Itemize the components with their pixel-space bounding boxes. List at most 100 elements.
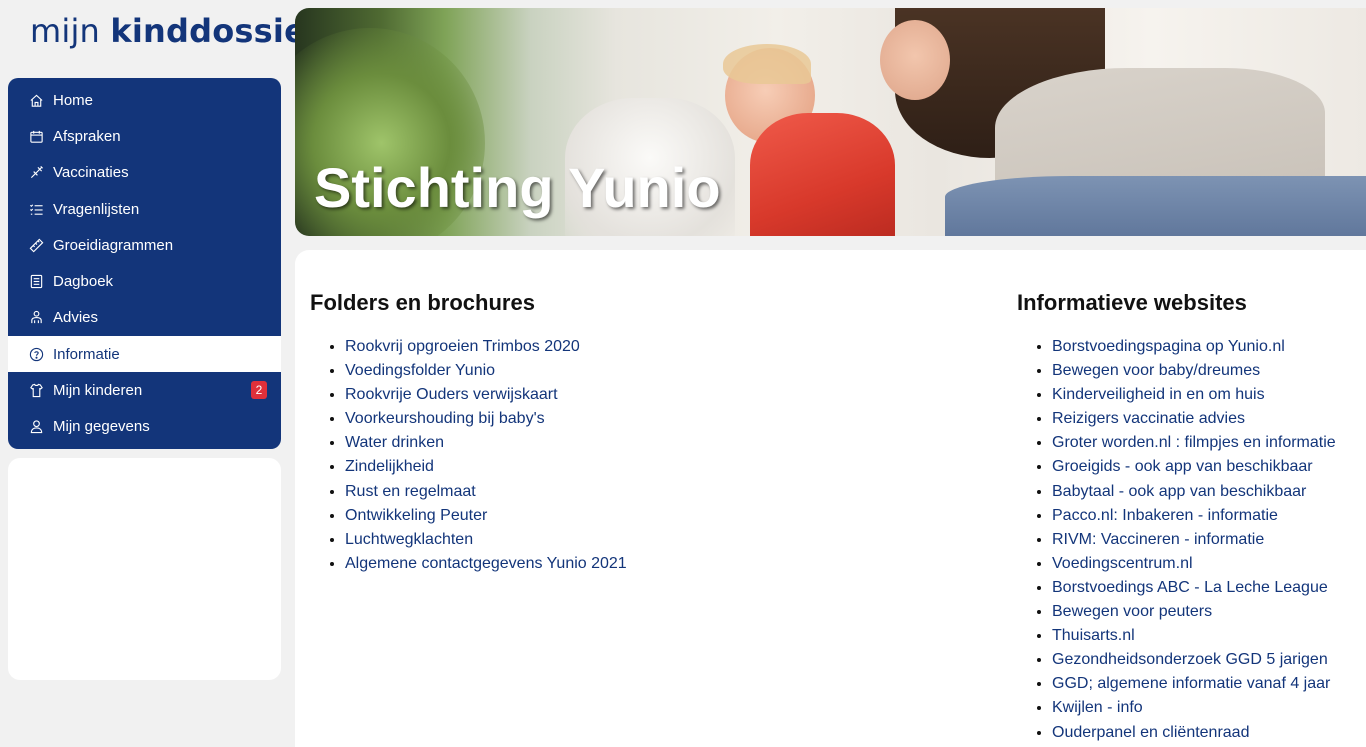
sidebar-item-mijn-gegevens[interactable]: Mijn gegevens (8, 409, 281, 445)
sidebar-item-vaccinaties[interactable]: Vaccinaties (8, 155, 281, 191)
list-item: Rookvrij opgroeien Trimbos 2020 (345, 335, 627, 359)
folders-heading: Folders en brochures (310, 290, 535, 315)
home-icon (28, 92, 44, 108)
list-item: Ontwikkeling Peuter (345, 504, 627, 528)
website-link[interactable]: GGD; algemene informatie vanaf 4 jaar (1052, 675, 1330, 692)
list-item: Voedingscentrum.nl (1052, 552, 1336, 576)
notification-badge: 2 (251, 381, 267, 400)
folder-link[interactable]: Rust en regelmaat (345, 483, 476, 500)
list-item: Kinderveiligheid in en om huis (1052, 383, 1336, 407)
websites-heading: Informatieve websites (1017, 290, 1247, 315)
website-link[interactable]: Bewegen voor baby/dreumes (1052, 362, 1260, 379)
sidebar-item-dagboek[interactable]: Dagboek (8, 263, 281, 299)
hero-photo-child-hair (723, 44, 811, 84)
list-item: Bewegen voor baby/dreumes (1052, 359, 1336, 383)
list-item: Algemene contactgegevens Yunio 2021 (345, 552, 627, 576)
folders-section: Folders en brochures Rookvrij opgroeien … (310, 290, 627, 576)
website-link[interactable]: Babytaal - ook app van beschikbaar (1052, 483, 1306, 500)
sidebar-item-label: Dagboek (53, 273, 114, 291)
syringe-icon (28, 165, 44, 181)
sidebar-item-label: Mijn gegevens (53, 418, 150, 436)
website-link[interactable]: RIVM: Vaccineren - informatie (1052, 531, 1264, 548)
folder-link[interactable]: Ontwikkeling Peuter (345, 507, 487, 524)
website-link[interactable]: Kwijlen - info (1052, 699, 1143, 716)
list-item: Reizigers vaccinatie advies (1052, 407, 1336, 431)
list-item: GGD; algemene informatie vanaf 4 jaar (1052, 672, 1336, 696)
folder-link[interactable]: Luchtwegklachten (345, 531, 473, 548)
websites-section: Informatieve websites Borstvoedingspagin… (1017, 290, 1336, 745)
website-link[interactable]: Kinderveiligheid in en om huis (1052, 386, 1265, 403)
list-item: Voedingsfolder Yunio (345, 359, 627, 383)
list-item: Thuisarts.nl (1052, 624, 1336, 648)
folder-link[interactable]: Zindelijkheid (345, 458, 434, 475)
website-link[interactable]: Voedingscentrum.nl (1052, 555, 1193, 572)
folder-link[interactable]: Voedingsfolder Yunio (345, 362, 495, 379)
website-link[interactable]: Groeigids - ook app van beschikbaar (1052, 458, 1313, 475)
sidebar-item-mijn-kinderen[interactable]: Mijn kinderen 2 (8, 372, 281, 408)
list-item: Pacco.nl: Inbakeren - informatie (1052, 504, 1336, 528)
sidebar-item-informatie[interactable]: Informatie (8, 336, 281, 373)
list-item: Zindelijkheid (345, 455, 627, 479)
website-link[interactable]: Pacco.nl: Inbakeren - informatie (1052, 507, 1278, 524)
list-item: Borstvoedings ABC - La Leche League (1052, 576, 1336, 600)
list-item: Voorkeurshouding bij baby's (345, 407, 627, 431)
folder-link[interactable]: Voorkeurshouding bij baby's (345, 410, 545, 427)
app-logo[interactable]: mijn kinddossier (30, 12, 322, 50)
list-item: Gezondheidsonderzoek GGD 5 jarigen (1052, 648, 1336, 672)
sidebar-nav: Home Afspraken Vaccinaties Vragenlijsten… (8, 78, 281, 449)
website-link[interactable]: Thuisarts.nl (1052, 627, 1135, 644)
website-link[interactable]: Ouderpanel en cliëntenraad (1052, 724, 1249, 741)
user-icon (28, 419, 44, 435)
folder-link[interactable]: Algemene contactgegevens Yunio 2021 (345, 555, 627, 572)
child-icon (28, 383, 44, 399)
websites-list: Borstvoedingspagina op Yunio.nl Bewegen … (1017, 335, 1336, 745)
sidebar-item-advies[interactable]: Advies (8, 300, 281, 336)
website-link[interactable]: Borstvoedingspagina op Yunio.nl (1052, 338, 1285, 355)
logo-text-light: mijn (30, 12, 111, 50)
sidebar-item-home[interactable]: Home (8, 82, 281, 118)
sidebar-item-groeidiagrammen[interactable]: Groeidiagrammen (8, 227, 281, 263)
sidebar-item-vragenlijsten[interactable]: Vragenlijsten (8, 191, 281, 227)
list-item: Ouderpanel en cliëntenraad (1052, 721, 1336, 745)
list-item: Rust en regelmaat (345, 480, 627, 504)
list-item: Babytaal - ook app van beschikbaar (1052, 480, 1336, 504)
sidebar-item-label: Vaccinaties (53, 164, 129, 182)
calendar-icon (28, 128, 44, 144)
sidebar-item-afspraken[interactable]: Afspraken (8, 118, 281, 154)
website-link[interactable]: Groter worden.nl : filmpjes en informati… (1052, 434, 1336, 451)
hero-banner: Stichting Yunio (295, 8, 1366, 236)
folder-link[interactable]: Rookvrije Ouders verwijskaart (345, 386, 558, 403)
hero-title: Stichting Yunio (314, 156, 721, 219)
main-content: Folders en brochures Rookvrij opgroeien … (295, 250, 1366, 747)
list-item: Kwijlen - info (1052, 696, 1336, 720)
advice-icon (28, 310, 44, 326)
sidebar-item-label: Advies (53, 309, 99, 327)
sidebar-item-label: Mijn kinderen (53, 382, 143, 400)
website-link[interactable]: Reizigers vaccinatie advies (1052, 410, 1245, 427)
list-item: Groeigids - ook app van beschikbaar (1052, 455, 1336, 479)
sidebar-item-label: Groeidiagrammen (53, 236, 174, 254)
ruler-icon (28, 237, 44, 253)
list-item: Groter worden.nl : filmpjes en informati… (1052, 431, 1336, 455)
list-item: Rookvrije Ouders verwijskaart (345, 383, 627, 407)
checklist-icon (28, 201, 44, 217)
hero-photo-mother-face (880, 20, 950, 100)
list-item: Bewegen voor peuters (1052, 600, 1336, 624)
list-item: RIVM: Vaccineren - informatie (1052, 528, 1336, 552)
website-link[interactable]: Bewegen voor peuters (1052, 603, 1212, 620)
help-circle-icon (28, 346, 44, 362)
list-item: Borstvoedingspagina op Yunio.nl (1052, 335, 1336, 359)
website-link[interactable]: Gezondheidsonderzoek GGD 5 jarigen (1052, 651, 1328, 668)
folder-link[interactable]: Water drinken (345, 434, 444, 451)
hero-photo-jeans (945, 176, 1366, 236)
nav-bottom-spacer (8, 445, 281, 449)
notebook-icon (28, 274, 44, 290)
sidebar-item-label: Home (53, 91, 94, 109)
list-item: Water drinken (345, 431, 627, 455)
website-link[interactable]: Borstvoedings ABC - La Leche League (1052, 579, 1328, 596)
folders-list: Rookvrij opgroeien Trimbos 2020 Voedings… (310, 335, 627, 576)
sidebar-panel (8, 458, 281, 680)
sidebar-item-label: Vragenlijsten (53, 200, 140, 218)
folder-link[interactable]: Rookvrij opgroeien Trimbos 2020 (345, 338, 580, 355)
hero-photo-child-shirt (750, 113, 895, 236)
